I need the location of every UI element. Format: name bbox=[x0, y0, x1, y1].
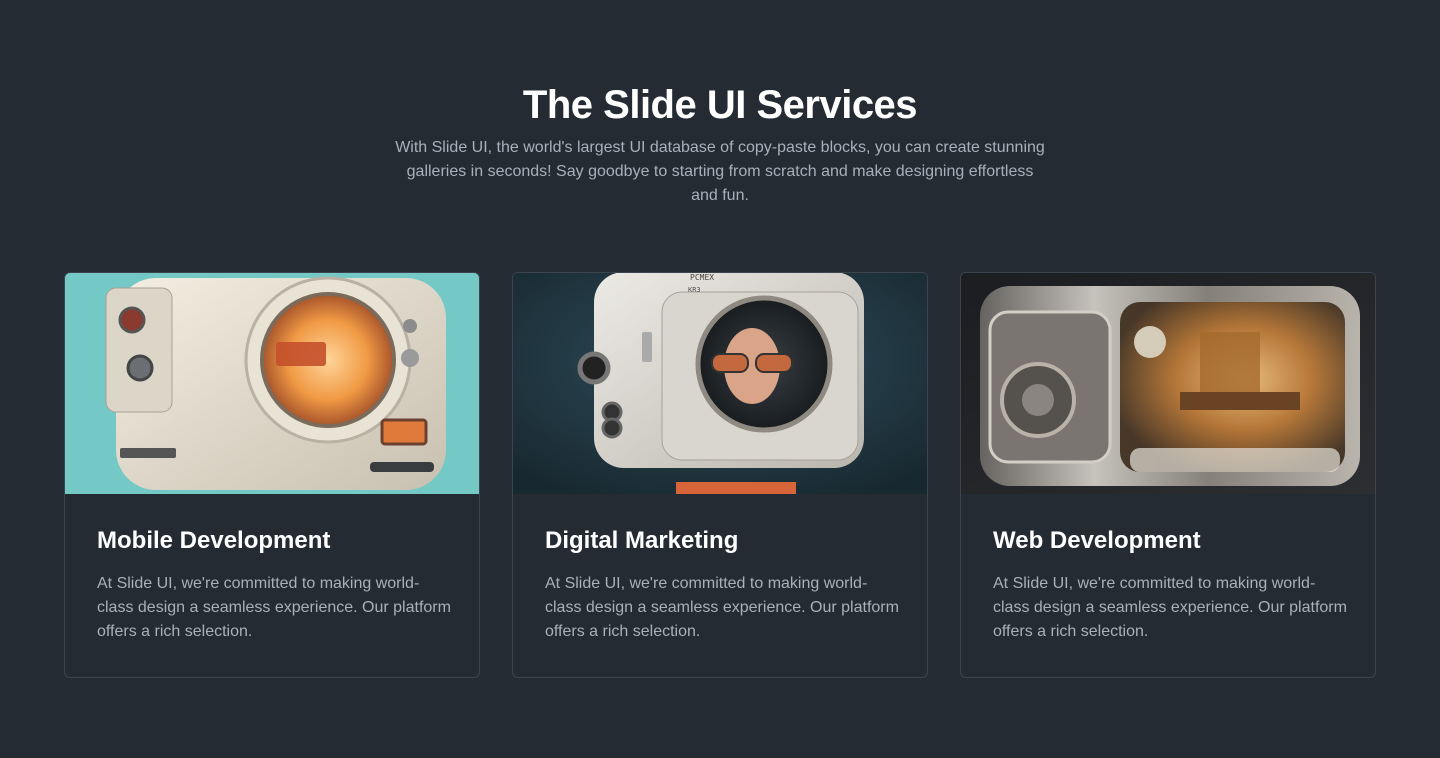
service-image-mobile bbox=[65, 273, 479, 494]
device-label-line-1: PCMEX bbox=[690, 273, 714, 282]
chrome-machine-illustration bbox=[961, 273, 1375, 494]
service-card-web-development[interactable]: Web Development At Slide UI, we're commi… bbox=[960, 272, 1376, 678]
section-heading: The Slide UI Services bbox=[522, 83, 918, 127]
service-card-digital-marketing[interactable]: PCMEX KR3 Digital Marketing At Slide UI,… bbox=[512, 272, 928, 678]
retro-tv-robot-illustration: PCMEX KR3 bbox=[513, 273, 927, 494]
card-description: At Slide UI, we're committed to making w… bbox=[545, 575, 899, 640]
device-label-line-2: KR3 bbox=[688, 286, 701, 294]
card-title: Web Development bbox=[993, 527, 1201, 554]
card-description: At Slide UI, we're committed to making w… bbox=[97, 575, 451, 640]
card-title: Digital Marketing bbox=[545, 527, 739, 554]
service-image-web bbox=[961, 273, 1375, 494]
card-title: Mobile Development bbox=[97, 527, 331, 554]
service-card-mobile-development[interactable]: Mobile Development At Slide UI, we're co… bbox=[64, 272, 480, 678]
section-subtitle: With Slide UI, the world's largest UI da… bbox=[395, 139, 1045, 204]
card-description: At Slide UI, we're committed to making w… bbox=[993, 575, 1347, 640]
services-grid: Mobile Development At Slide UI, we're co… bbox=[64, 272, 1376, 678]
service-image-marketing: PCMEX KR3 bbox=[513, 273, 927, 494]
retro-appliance-illustration bbox=[65, 273, 479, 494]
